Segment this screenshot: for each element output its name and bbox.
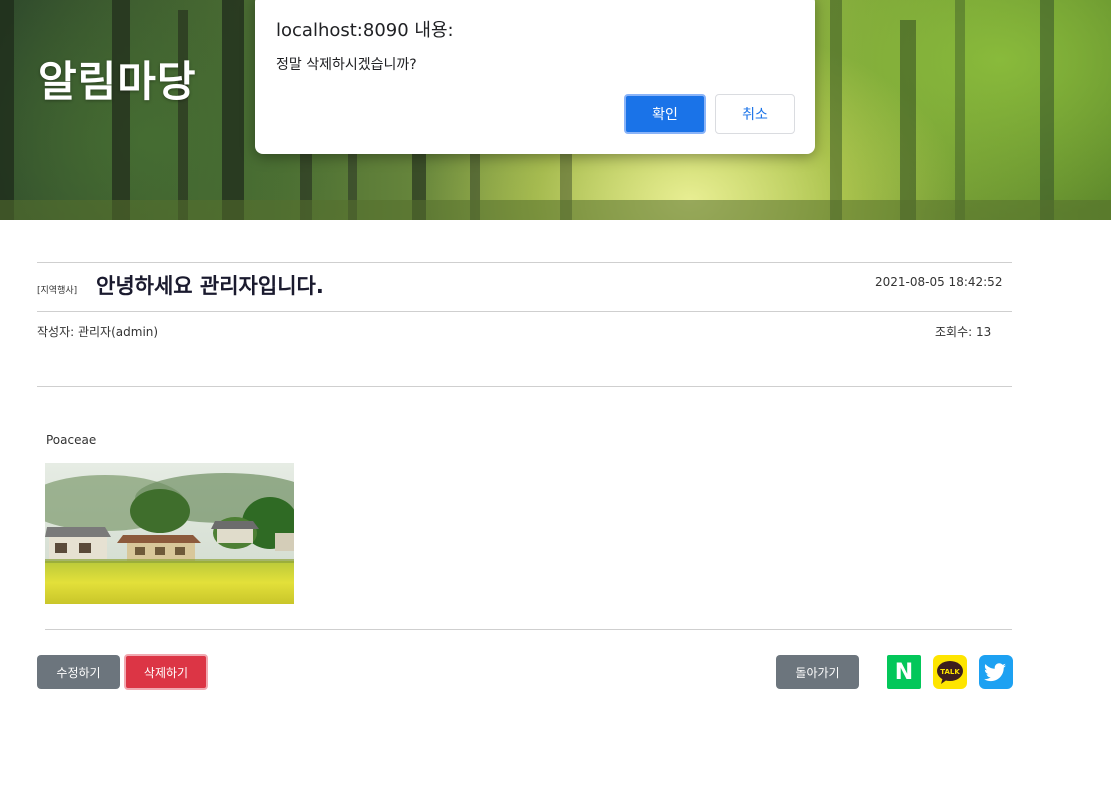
dialog-title: localhost:8090 내용: [276, 20, 454, 41]
post-image [45, 463, 294, 604]
edit-button[interactable]: 수정하기 [37, 655, 120, 689]
naver-share-icon[interactable]: N [887, 655, 921, 689]
post-title: 안녕하세요 관리자입니다. [96, 274, 324, 298]
delete-button[interactable]: 삭제하기 [124, 654, 208, 690]
divider [37, 386, 1012, 387]
divider [37, 262, 1012, 263]
back-button[interactable]: 돌아가기 [776, 655, 859, 689]
post-content-text: Poaceae [46, 433, 97, 447]
divider [45, 629, 1012, 630]
naver-letter: N [894, 659, 914, 685]
confirm-ok-button[interactable]: 확인 [624, 94, 706, 134]
confirm-dialog: localhost:8090 내용: 정말 삭제하시겠습니까? 확인 취소 [255, 0, 815, 154]
page-title: 알림마당 [38, 57, 197, 106]
twitter-icon [984, 663, 1006, 682]
twitter-share-icon[interactable] [979, 655, 1013, 689]
post-author: 작성자: 관리자(admin) [37, 325, 159, 339]
post-date: 2021-08-05 18:42:52 [875, 275, 1003, 289]
dialog-message: 정말 삭제하시겠습니까? [276, 57, 417, 73]
kakaotalk-icon: TALK [937, 661, 963, 684]
kakaotalk-share-icon[interactable]: TALK [933, 655, 967, 689]
kakao-talk-text: TALK [940, 668, 960, 676]
post-view-count: 조회수: 13 [935, 325, 992, 339]
post-category: [지역행사] [37, 286, 78, 296]
divider [37, 311, 1012, 312]
confirm-cancel-button[interactable]: 취소 [715, 94, 795, 134]
